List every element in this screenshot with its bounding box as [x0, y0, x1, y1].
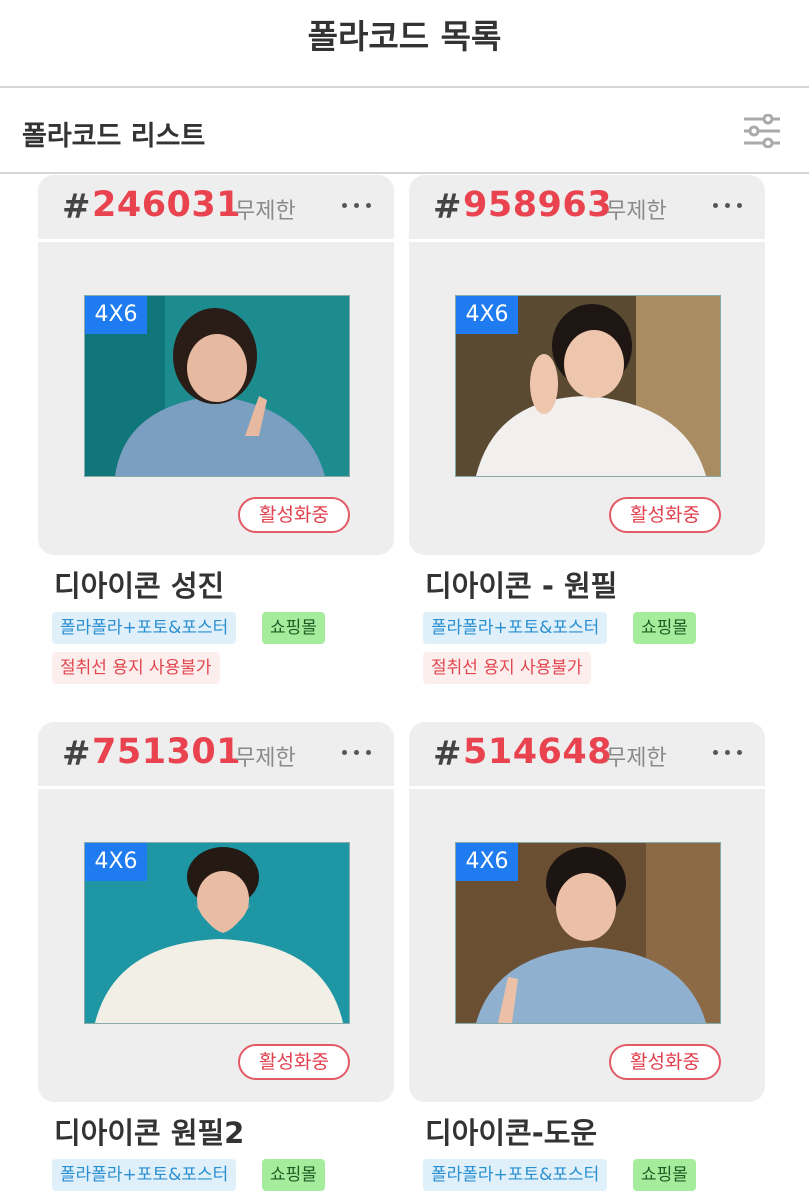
- card-title: 디아이콘 - 원필: [425, 569, 618, 603]
- polacode-card[interactable]: # 751301 무제한 4X6 활성화중 디아이콘 원필2 폴라폴라+포토&포…: [38, 722, 394, 1191]
- tag-shop: 쇼핑몰: [262, 1159, 325, 1191]
- polacode-number: 246031: [92, 185, 242, 225]
- card-title: 디아이콘-도운: [425, 1116, 598, 1150]
- limit-label: 무제한: [606, 746, 667, 771]
- card-box[interactable]: # 751301 무제한 4X6 활성화중: [38, 722, 394, 1102]
- more-options-icon[interactable]: [340, 740, 374, 764]
- photo-thumbnail[interactable]: 4X6: [455, 842, 721, 1024]
- photo-thumbnail[interactable]: 4X6: [84, 842, 350, 1024]
- filter-sliders-icon[interactable]: [742, 114, 782, 148]
- hash-symbol: #: [62, 734, 91, 774]
- tag-shop: 쇼핑몰: [633, 612, 696, 644]
- card-header: # 246031 무제한: [38, 175, 394, 242]
- limit-label: 무제한: [235, 199, 296, 224]
- limit-label: 무제한: [606, 199, 667, 224]
- tag-service: 폴라폴라+포토&포스터: [423, 612, 608, 644]
- card-title: 디아이콘 성진: [54, 569, 225, 603]
- polacode-number: 958963: [463, 185, 613, 225]
- polacode-card[interactable]: # 958963 무제한 4X6 활성화중 디아이콘 - 원필 폴라폴라+포토&…: [409, 175, 765, 684]
- card-box[interactable]: # 958963 무제한 4X6 활성화중: [409, 175, 765, 555]
- list-title: 폴라코드 리스트: [22, 121, 206, 152]
- size-badge: 4X6: [85, 843, 147, 881]
- tag-shop: 쇼핑몰: [633, 1159, 696, 1191]
- status-badge: 활성화중: [609, 497, 721, 533]
- status-badge: 활성화중: [238, 1044, 350, 1080]
- polacode-card[interactable]: # 246031 무제한 4X6 활성화중 디아이콘 성진 폴라폴라+포토&포스…: [38, 175, 394, 684]
- status-badge: 활성화중: [609, 1044, 721, 1080]
- polacode-number: 751301: [92, 732, 242, 772]
- photo-thumbnail[interactable]: 4X6: [84, 295, 350, 477]
- tag-service: 폴라폴라+포토&포스터: [52, 612, 237, 644]
- list-toolbar: 폴라코드 리스트: [0, 88, 809, 174]
- limit-label: 무제한: [235, 746, 296, 771]
- card-title: 디아이콘 원필2: [54, 1116, 245, 1150]
- more-options-icon[interactable]: [711, 193, 745, 217]
- card-box[interactable]: # 246031 무제한 4X6 활성화중: [38, 175, 394, 555]
- hash-symbol: #: [433, 187, 462, 227]
- size-badge: 4X6: [456, 843, 518, 881]
- size-badge: 4X6: [456, 296, 518, 334]
- tag-warning: 절취선 용지 사용불가: [52, 652, 220, 684]
- more-options-icon[interactable]: [711, 740, 745, 764]
- app-header: 폴라코드 목록: [0, 0, 809, 88]
- tag-warning: 절취선 용지 사용불가: [423, 652, 591, 684]
- hash-symbol: #: [433, 734, 462, 774]
- tag-shop: 쇼핑몰: [262, 612, 325, 644]
- card-header: # 514648 무제한: [409, 722, 765, 789]
- polacode-card[interactable]: # 514648 무제한 4X6 활성화중 디아이콘-도운 폴라폴라+포토&포스…: [409, 722, 765, 1191]
- card-header: # 958963 무제한: [409, 175, 765, 242]
- tag-service: 폴라폴라+포토&포스터: [52, 1159, 237, 1191]
- page-title: 폴라코드 목록: [307, 17, 502, 56]
- more-options-icon[interactable]: [340, 193, 374, 217]
- status-badge: 활성화중: [238, 497, 350, 533]
- size-badge: 4X6: [85, 296, 147, 334]
- polacode-number: 514648: [463, 732, 613, 772]
- card-header: # 751301 무제한: [38, 722, 394, 789]
- tag-service: 폴라폴라+포토&포스터: [423, 1159, 608, 1191]
- card-box[interactable]: # 514648 무제한 4X6 활성화중: [409, 722, 765, 1102]
- hash-symbol: #: [62, 187, 91, 227]
- photo-thumbnail[interactable]: 4X6: [455, 295, 721, 477]
